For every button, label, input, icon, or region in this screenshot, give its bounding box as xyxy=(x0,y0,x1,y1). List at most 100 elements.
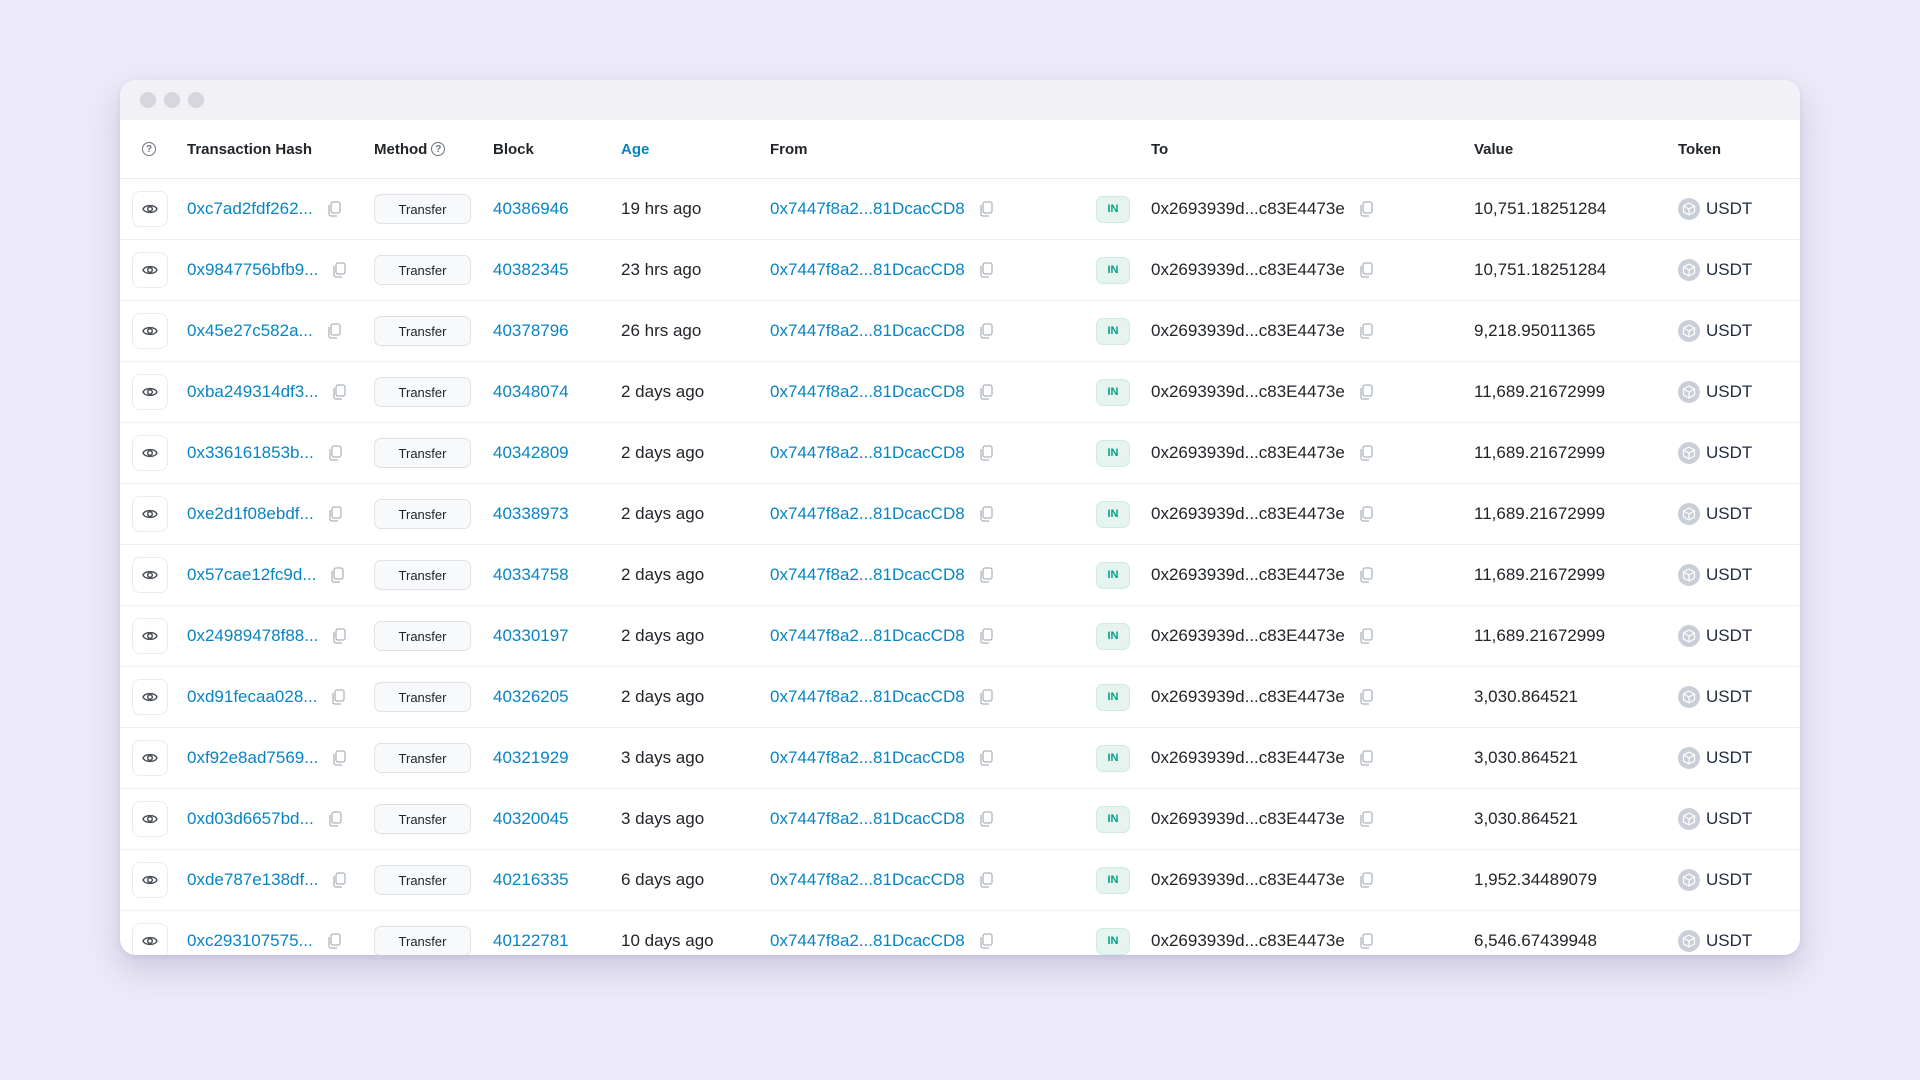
view-details-button[interactable] xyxy=(132,618,168,654)
copy-icon[interactable] xyxy=(1359,262,1373,278)
from-address-link[interactable]: 0x7447f8a2...81DcacCD8 xyxy=(770,260,965,280)
view-details-button[interactable] xyxy=(132,740,168,776)
method-badge[interactable]: Transfer xyxy=(374,499,471,529)
block-link[interactable]: 40386946 xyxy=(493,199,569,219)
from-address-link[interactable]: 0x7447f8a2...81DcacCD8 xyxy=(770,382,965,402)
copy-icon[interactable] xyxy=(332,628,347,644)
transaction-hash-link[interactable]: 0xe2d1f08ebdf... xyxy=(187,504,314,524)
from-address-link[interactable]: 0x7447f8a2...81DcacCD8 xyxy=(770,321,965,341)
method-badge[interactable]: Transfer xyxy=(374,194,471,224)
copy-icon[interactable] xyxy=(979,628,993,644)
copy-icon[interactable] xyxy=(328,506,342,522)
method-badge[interactable]: Transfer xyxy=(374,255,471,285)
view-details-button[interactable] xyxy=(132,435,168,471)
block-link[interactable]: 40382345 xyxy=(493,260,569,280)
copy-icon[interactable] xyxy=(328,811,342,827)
block-link[interactable]: 40216335 xyxy=(493,870,569,890)
token-link[interactable]: USDT xyxy=(1678,240,1752,300)
from-address-link[interactable]: 0x7447f8a2...81DcacCD8 xyxy=(770,870,965,890)
view-details-button[interactable] xyxy=(132,252,168,288)
method-badge[interactable]: Transfer xyxy=(374,621,471,651)
from-address-link[interactable]: 0x7447f8a2...81DcacCD8 xyxy=(770,443,965,463)
method-badge[interactable]: Transfer xyxy=(374,438,471,468)
from-address-link[interactable]: 0x7447f8a2...81DcacCD8 xyxy=(770,565,965,585)
copy-icon[interactable] xyxy=(979,567,993,583)
from-address-link[interactable]: 0x7447f8a2...81DcacCD8 xyxy=(770,504,965,524)
block-link[interactable]: 40348074 xyxy=(493,382,569,402)
token-link[interactable]: USDT xyxy=(1678,301,1752,361)
copy-icon[interactable] xyxy=(1359,628,1373,644)
token-link[interactable]: USDT xyxy=(1678,423,1752,483)
from-address-link[interactable]: 0x7447f8a2...81DcacCD8 xyxy=(770,809,965,829)
transaction-hash-link[interactable]: 0xde787e138df... xyxy=(187,870,318,890)
transaction-hash-link[interactable]: 0xc7ad2fdf262... xyxy=(187,199,313,219)
copy-icon[interactable] xyxy=(327,323,341,339)
from-address-link[interactable]: 0x7447f8a2...81DcacCD8 xyxy=(770,931,965,951)
from-address-link[interactable]: 0x7447f8a2...81DcacCD8 xyxy=(770,626,965,646)
method-badge[interactable]: Transfer xyxy=(374,743,471,773)
block-link[interactable]: 40378796 xyxy=(493,321,569,341)
token-link[interactable]: USDT xyxy=(1678,728,1752,788)
copy-icon[interactable] xyxy=(1359,933,1373,949)
block-link[interactable]: 40122781 xyxy=(493,931,569,951)
token-link[interactable]: USDT xyxy=(1678,789,1752,849)
header-age-toggle[interactable]: Age xyxy=(621,120,649,178)
block-link[interactable]: 40342809 xyxy=(493,443,569,463)
copy-icon[interactable] xyxy=(1359,506,1373,522)
question-circle-icon[interactable]: ? xyxy=(142,142,156,156)
method-badge[interactable]: Transfer xyxy=(374,926,471,955)
from-address-link[interactable]: 0x7447f8a2...81DcacCD8 xyxy=(770,199,965,219)
copy-icon[interactable] xyxy=(1359,872,1373,888)
maximize-window-button[interactable] xyxy=(188,92,204,108)
transaction-hash-link[interactable]: 0x45e27c582a... xyxy=(187,321,313,341)
method-badge[interactable]: Transfer xyxy=(374,377,471,407)
copy-icon[interactable] xyxy=(979,750,993,766)
transaction-hash-link[interactable]: 0xc293107575... xyxy=(187,931,313,951)
block-link[interactable]: 40330197 xyxy=(493,626,569,646)
minimize-window-button[interactable] xyxy=(164,92,180,108)
transaction-hash-link[interactable]: 0x9847756bfb9... xyxy=(187,260,318,280)
block-link[interactable]: 40326205 xyxy=(493,687,569,707)
copy-icon[interactable] xyxy=(979,262,993,278)
copy-icon[interactable] xyxy=(979,323,993,339)
view-details-button[interactable] xyxy=(132,191,168,227)
copy-icon[interactable] xyxy=(330,567,345,583)
copy-icon[interactable] xyxy=(979,872,993,888)
transaction-hash-link[interactable]: 0xd91fecaa028... xyxy=(187,687,317,707)
header-info[interactable]: ? xyxy=(142,120,156,178)
copy-icon[interactable] xyxy=(327,933,341,949)
copy-icon[interactable] xyxy=(1359,750,1373,766)
method-badge[interactable]: Transfer xyxy=(374,682,471,712)
copy-icon[interactable] xyxy=(1359,811,1373,827)
copy-icon[interactable] xyxy=(1359,445,1373,461)
transaction-hash-link[interactable]: 0xf92e8ad7569... xyxy=(187,748,318,768)
view-details-button[interactable] xyxy=(132,374,168,410)
view-details-button[interactable] xyxy=(132,313,168,349)
view-details-button[interactable] xyxy=(132,862,168,898)
transaction-hash-link[interactable]: 0xba249314df3... xyxy=(187,382,318,402)
copy-icon[interactable] xyxy=(1359,384,1373,400)
view-details-button[interactable] xyxy=(132,923,168,955)
token-link[interactable]: USDT xyxy=(1678,850,1752,910)
copy-icon[interactable] xyxy=(979,445,993,461)
block-link[interactable]: 40338973 xyxy=(493,504,569,524)
copy-icon[interactable] xyxy=(328,445,342,461)
question-circle-icon[interactable]: ? xyxy=(431,142,446,156)
method-badge[interactable]: Transfer xyxy=(374,316,471,346)
view-details-button[interactable] xyxy=(132,679,168,715)
copy-icon[interactable] xyxy=(1359,567,1373,583)
token-link[interactable]: USDT xyxy=(1678,545,1752,605)
copy-icon[interactable] xyxy=(332,872,347,888)
view-details-button[interactable] xyxy=(132,801,168,837)
method-badge[interactable]: Transfer xyxy=(374,560,471,590)
transaction-hash-link[interactable]: 0x336161853b... xyxy=(187,443,314,463)
copy-icon[interactable] xyxy=(332,262,347,278)
copy-icon[interactable] xyxy=(979,506,993,522)
from-address-link[interactable]: 0x7447f8a2...81DcacCD8 xyxy=(770,687,965,707)
token-link[interactable]: USDT xyxy=(1678,179,1752,239)
transaction-hash-link[interactable]: 0x24989478f88... xyxy=(187,626,318,646)
method-badge[interactable]: Transfer xyxy=(374,865,471,895)
token-link[interactable]: USDT xyxy=(1678,362,1752,422)
copy-icon[interactable] xyxy=(331,689,346,705)
block-link[interactable]: 40334758 xyxy=(493,565,569,585)
